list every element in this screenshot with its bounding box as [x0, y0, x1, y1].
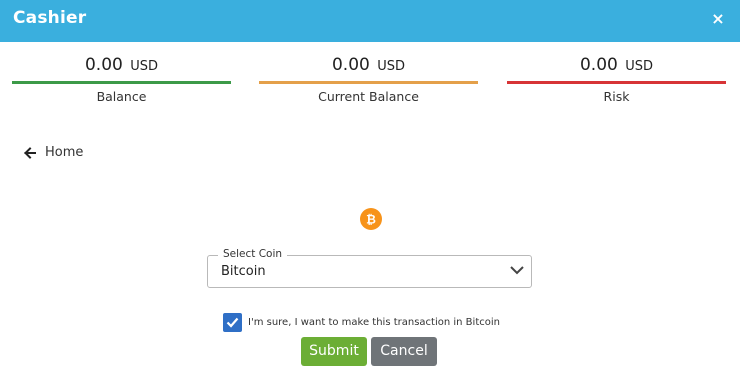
current-balance-label: Current Balance	[318, 89, 419, 104]
select-coin-dropdown[interactable]: Select Coin Bitcoin	[207, 248, 532, 288]
chevron-down-icon	[510, 266, 524, 275]
select-coin-value: Bitcoin	[221, 264, 266, 279]
submit-button[interactable]: Submit	[301, 337, 367, 366]
current-balance-underline	[259, 81, 478, 84]
home-label: Home	[45, 145, 84, 160]
arrow-left-icon	[24, 146, 36, 159]
risk-label: Risk	[603, 89, 630, 104]
cashier-title: Cashier	[13, 8, 87, 28]
risk-currency: USD	[625, 59, 654, 74]
current-balance-value: 0.00	[331, 55, 370, 75]
close-icon[interactable]: ×	[710, 9, 726, 28]
risk-card: 0.00 USD Risk	[507, 53, 726, 104]
cancel-button[interactable]: Cancel	[371, 337, 437, 366]
home-link[interactable]: Home	[24, 145, 83, 160]
balance-card: 0.00 USD Balance	[12, 53, 231, 104]
bitcoin-icon: ₿	[360, 208, 382, 230]
risk-underline	[507, 81, 726, 84]
confirm-row: I'm sure, I want to make this transactio…	[223, 313, 500, 332]
confirm-label: I'm sure, I want to make this transactio…	[248, 317, 500, 328]
balance-amount: 0.00 USD	[12, 53, 231, 81]
svg-text:₿: ₿	[366, 213, 376, 227]
balance-label: Balance	[96, 89, 147, 104]
confirm-checkbox[interactable]	[223, 313, 242, 332]
current-balance-currency: USD	[377, 59, 406, 74]
balance-currency: USD	[130, 59, 159, 74]
current-balance-card: 0.00 USD Current Balance	[259, 53, 478, 104]
checkmark-icon	[226, 317, 239, 328]
cashier-header: Cashier ×	[0, 0, 740, 42]
select-coin-legend: Select Coin	[218, 248, 288, 260]
balance-value: 0.00	[84, 55, 123, 75]
risk-amount: 0.00 USD	[507, 53, 726, 81]
risk-value: 0.00	[579, 55, 618, 75]
balance-underline	[12, 81, 231, 84]
current-balance-amount: 0.00 USD	[259, 53, 478, 81]
